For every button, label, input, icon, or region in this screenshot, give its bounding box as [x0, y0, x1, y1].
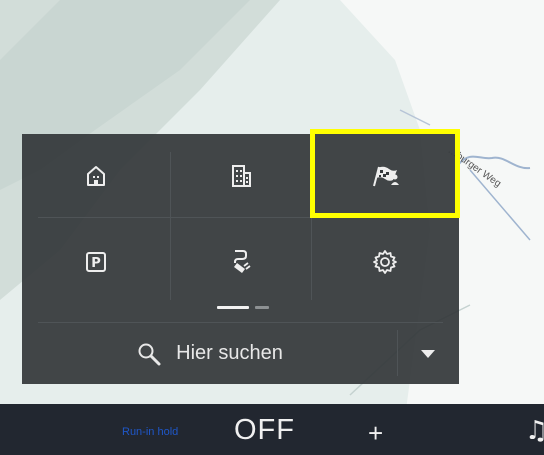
expand-dropdown-button[interactable] — [397, 323, 459, 384]
highlight-frame — [310, 129, 460, 218]
charging-station-button[interactable] — [170, 217, 311, 307]
parking-button[interactable]: P — [22, 217, 170, 307]
plus-button[interactable]: + — [368, 418, 383, 449]
music-icon[interactable]: ♫ — [525, 416, 544, 446]
caret-down-icon — [421, 349, 435, 358]
search-field[interactable]: Hier suchen — [22, 323, 397, 384]
home-button[interactable] — [22, 134, 170, 217]
settings-button[interactable] — [311, 217, 459, 307]
search-placeholder: Hier suchen — [176, 342, 283, 364]
home-icon — [87, 165, 105, 186]
parking-icon: P — [86, 252, 106, 272]
page-indicator-inactive — [255, 306, 269, 309]
search-icon — [138, 343, 161, 365]
office-button[interactable] — [170, 134, 311, 217]
run-in-hold-value[interactable]: OFF — [234, 414, 295, 447]
svg-text:P: P — [91, 256, 101, 271]
office-building-icon — [231, 164, 251, 187]
charging-station-icon — [233, 250, 251, 273]
gear-icon — [373, 250, 397, 274]
run-in-hold-label[interactable]: Run-in hold — [122, 426, 178, 438]
page-indicator-active — [217, 306, 249, 309]
